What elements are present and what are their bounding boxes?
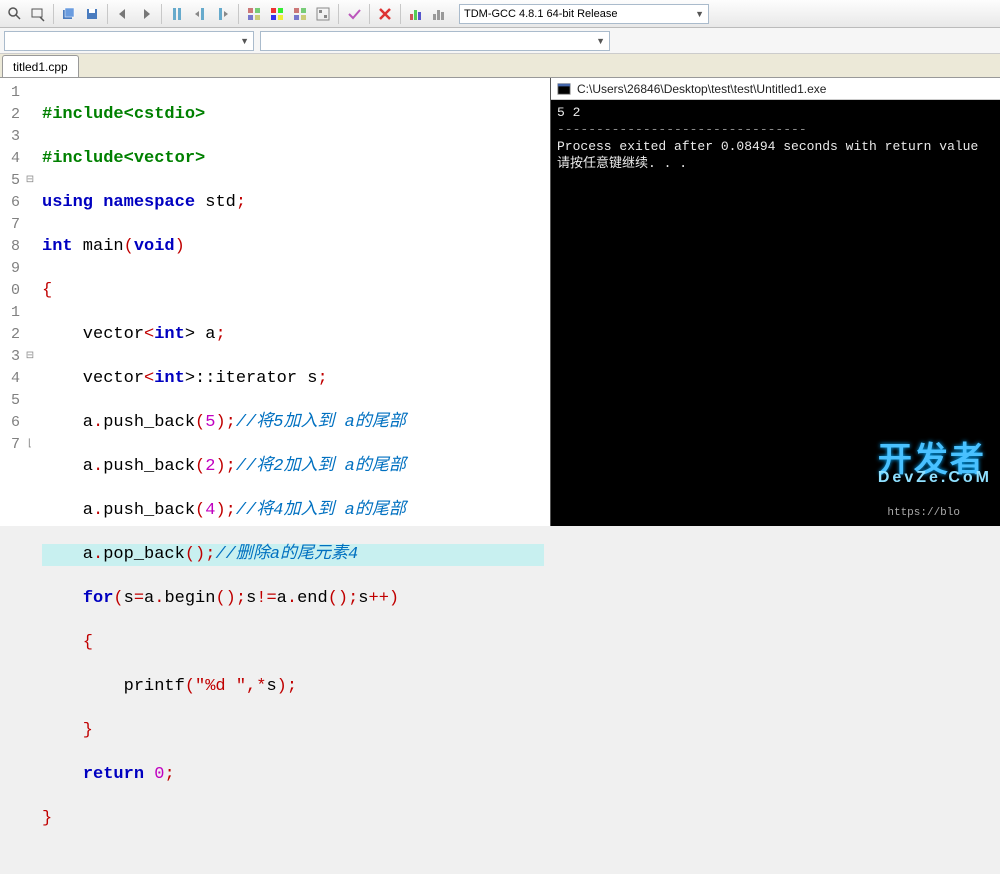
watermark: 开发者 DevZe.CoM (878, 452, 992, 486)
separator (53, 4, 54, 24)
separator (161, 4, 162, 24)
bookmark-next-icon[interactable] (212, 3, 234, 25)
code-line: a.push_back(4);//将4加入到 a的尾部 (42, 500, 544, 522)
zoom-in-icon[interactable] (4, 3, 26, 25)
separator (338, 4, 339, 24)
code-line: using namespace std; (42, 192, 544, 214)
chevron-down-icon: ▼ (240, 36, 249, 46)
separator (238, 4, 239, 24)
compiler-label: TDM-GCC 4.8.1 64-bit Release (464, 8, 617, 20)
tab-strip: titled1.cpp (0, 54, 1000, 78)
code-line: a.push_back(2);//将2加入到 a的尾部 (42, 456, 544, 478)
output-console: C:\Users\26846\Desktop\test\test\Untitle… (550, 78, 1000, 526)
class-dropdown[interactable]: ▼ (4, 31, 254, 51)
compiler-dropdown[interactable]: TDM-GCC 4.8.1 64-bit Release ▼ (459, 4, 709, 24)
output-line: 5 2 (557, 104, 994, 121)
save-icon[interactable] (81, 3, 103, 25)
exe-icon (557, 82, 571, 96)
output-line: 请按任意键继续. . . (557, 155, 994, 172)
chevron-down-icon: ▼ (596, 36, 605, 46)
code-line: return 0; (42, 764, 544, 786)
profiling-icon[interactable] (405, 3, 427, 25)
code-line-highlighted: a.pop_back();//删除a的尾元素4 (42, 544, 544, 566)
output-line: Process exited after 0.08494 seconds wit… (557, 138, 994, 155)
code-line: a.push_back(5);//将5加入到 a的尾部 (42, 412, 544, 434)
output-line: -------------------------------- (557, 121, 994, 138)
rebuild-icon[interactable] (312, 3, 334, 25)
console-title: C:\Users\26846\Desktop\test\test\Untitle… (577, 82, 826, 96)
code-line: #include<cstdio> (42, 104, 544, 126)
code-line: for(s=a.begin();s!=a.end();s++) (42, 588, 544, 610)
separator (107, 4, 108, 24)
debug-stop-icon[interactable] (374, 3, 396, 25)
bookmark-icon[interactable] (166, 3, 188, 25)
indent-right-icon[interactable] (135, 3, 157, 25)
code-content[interactable]: #include<cstdio> #include<vector> using … (36, 78, 550, 526)
code-editor[interactable]: 12345678901234567 ⊟⊟⌊ #include<cstdio> #… (0, 78, 550, 526)
chevron-down-icon: ▼ (695, 9, 704, 19)
console-titlebar[interactable]: C:\Users\26846\Desktop\test\test\Untitle… (551, 78, 1000, 100)
indent-left-icon[interactable] (112, 3, 134, 25)
code-line: } (42, 720, 544, 742)
build-run-icon[interactable] (289, 3, 311, 25)
build-icon[interactable] (243, 3, 265, 25)
code-line: int main(void) (42, 236, 544, 258)
function-dropdown[interactable]: ▼ (260, 31, 610, 51)
code-line: vector<int> a; (42, 324, 544, 346)
main-area: 12345678901234567 ⊟⊟⌊ #include<cstdio> #… (0, 78, 1000, 526)
code-line: printf("%d ",*s); (42, 676, 544, 698)
save-all-icon[interactable] (58, 3, 80, 25)
tab-file[interactable]: titled1.cpp (2, 55, 79, 77)
separator (400, 4, 401, 24)
syntax-check-icon[interactable] (343, 3, 365, 25)
fold-gutter: ⊟⊟⌊ (24, 78, 36, 526)
code-line: { (42, 632, 544, 654)
run-icon[interactable] (266, 3, 288, 25)
code-line: { (42, 280, 544, 302)
separator (369, 4, 370, 24)
bookmark-prev-icon[interactable] (189, 3, 211, 25)
status-url: https://blo (887, 505, 960, 522)
find-icon[interactable] (27, 3, 49, 25)
code-line: #include<vector> (42, 148, 544, 170)
console-output[interactable]: 5 2 -------------------------------- Pro… (551, 100, 1000, 526)
delete-profiling-icon[interactable] (428, 3, 450, 25)
main-toolbar: TDM-GCC 4.8.1 64-bit Release ▼ (0, 0, 1000, 28)
code-line: vector<int>::iterator s; (42, 368, 544, 390)
navigator-bar: ▼ ▼ (0, 28, 1000, 54)
line-number-gutter: 12345678901234567 (0, 78, 24, 526)
code-line: } (42, 808, 544, 830)
tab-label: titled1.cpp (13, 60, 68, 74)
